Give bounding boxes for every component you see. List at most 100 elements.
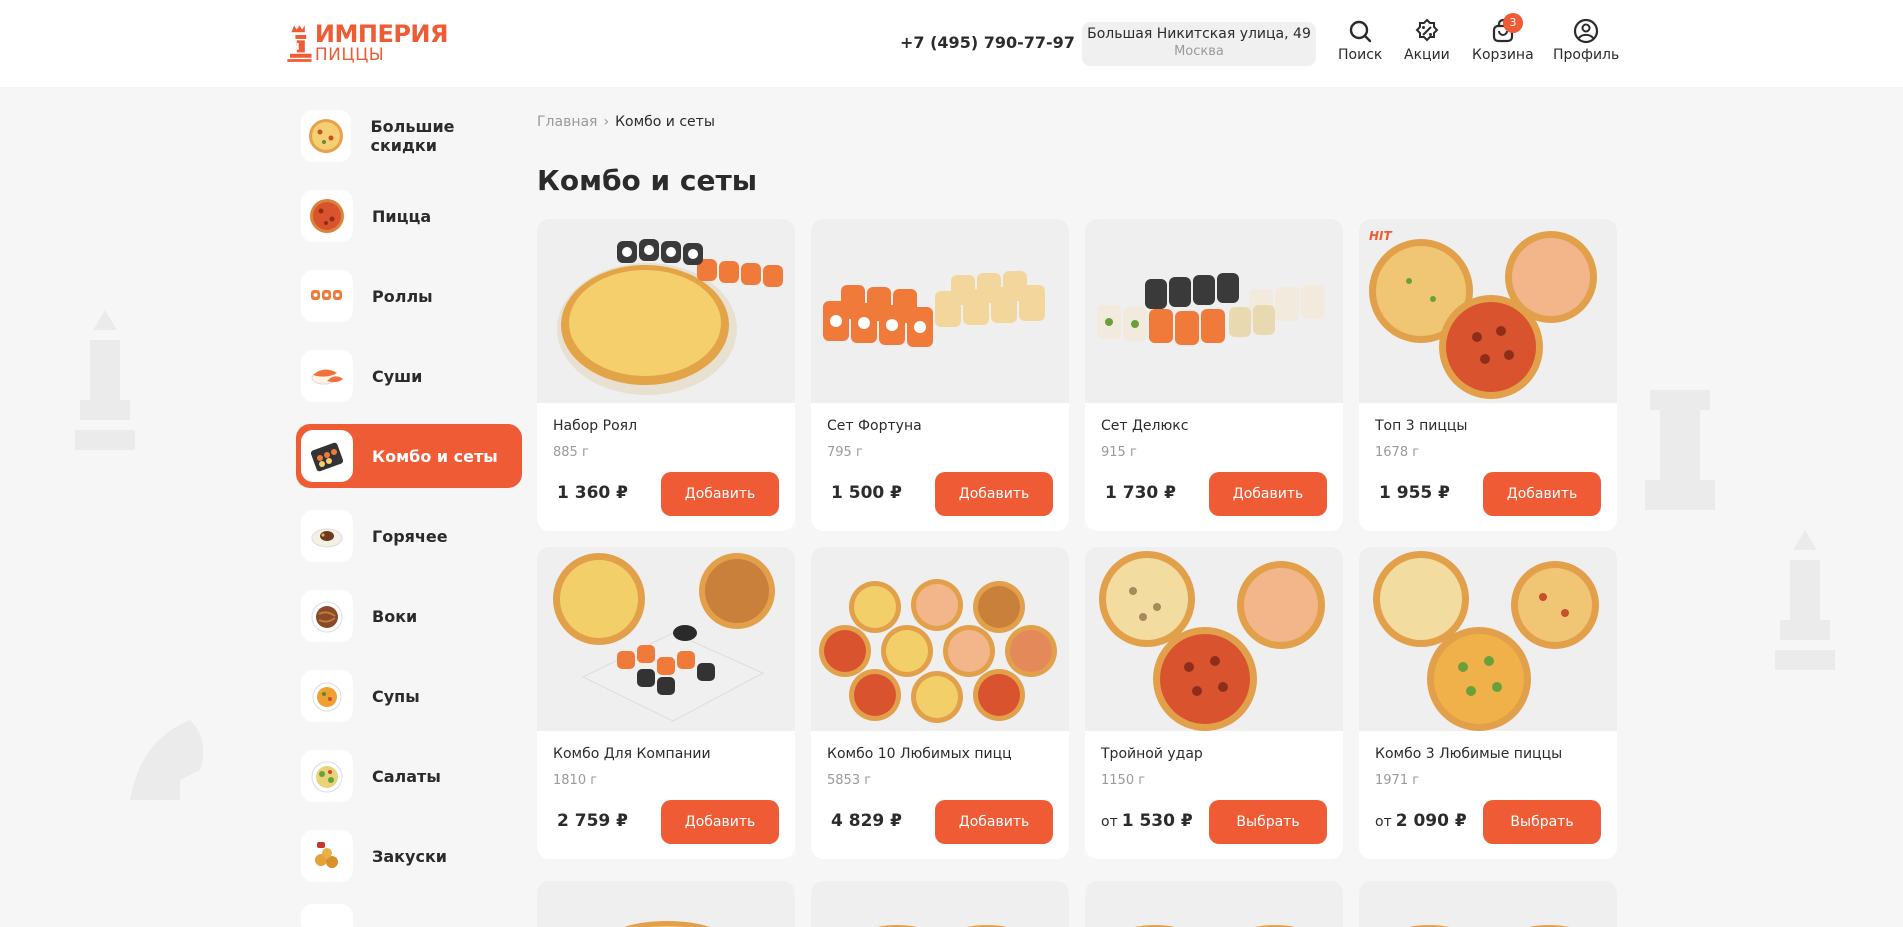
add-to-cart-button[interactable]: Добавить	[935, 800, 1053, 844]
price-value: 1 500 ₽	[831, 483, 902, 503]
product-card[interactable]: Комбо Для Компании 1810 г 2 759 ₽ Добави…	[537, 547, 795, 859]
product-name: Топ 3 пиццы	[1375, 418, 1468, 434]
product-weight: 1678 г	[1375, 445, 1420, 460]
product-price: 1 500 ₽	[827, 483, 902, 503]
sidebar-item-soups[interactable]: Супы	[296, 664, 522, 728]
product-card[interactable]: Тройной удар 1150 г от 1 530 ₽ Выбрать	[1085, 547, 1343, 859]
product-image	[1085, 547, 1343, 731]
sidebar-item-snacks[interactable]: Закуски	[296, 824, 522, 888]
sidebar-item-sushi[interactable]: Суши	[296, 344, 522, 408]
sidebar-item-label: Суши	[372, 366, 423, 386]
breadcrumb: Главная › Комбо и сеты	[537, 114, 715, 130]
product-card[interactable]	[537, 881, 795, 927]
price-prefix: от	[1101, 814, 1118, 830]
product-grid: Набор Роял 885 г 1 360 ₽ Добавить Сет Фо…	[537, 219, 1617, 859]
nav-profile-label: Профиль	[1553, 47, 1620, 63]
chess-decoration	[1775, 530, 1835, 670]
product-name: Набор Роял	[553, 418, 638, 434]
price-value: 2 759 ₽	[557, 811, 628, 831]
sidebar-item-big-discounts[interactable]: Большие скидки	[296, 104, 522, 168]
sidebar-item-label: Воки	[372, 606, 418, 626]
add-to-cart-button[interactable]: Добавить	[935, 472, 1053, 516]
product-card[interactable]: Сет Фортуна 795 г 1 500 ₽ Добавить	[811, 219, 1069, 531]
rolls-icon	[301, 270, 353, 322]
price-value: 1 360 ₽	[557, 483, 628, 503]
combo-icon	[301, 430, 353, 482]
nav-promos[interactable]: Акции	[1404, 18, 1450, 63]
product-card[interactable]	[1085, 881, 1343, 927]
sidebar-item-label: Горячее	[372, 526, 448, 546]
sidebar-item-rolls[interactable]: Роллы	[296, 264, 522, 328]
product-card[interactable]	[811, 881, 1069, 927]
sidebar-item-partial[interactable]	[296, 904, 522, 927]
logo-title: ИМПЕРИЯ	[314, 20, 449, 48]
sidebar-item-label: Роллы	[372, 286, 433, 306]
crown-logo-icon	[287, 25, 312, 62]
sidebar-item-label: Большие скидки	[370, 117, 455, 155]
product-weight: 885 г	[553, 445, 589, 460]
nav-cart[interactable]: Корзина 3	[1472, 13, 1534, 63]
product-image	[811, 547, 1069, 731]
phone-number[interactable]: +7 (495) 790-77-97	[900, 33, 1075, 52]
product-price: 2 759 ₽	[553, 811, 628, 831]
sushi-icon	[301, 350, 353, 402]
sidebar-item-label: Салаты	[372, 766, 441, 786]
breadcrumb-current: Комбо и сеты	[615, 114, 715, 130]
product-name: Комбо 3 Любимые пиццы	[1375, 746, 1563, 762]
logo-subtitle: ПИЦЦЫ	[314, 45, 385, 65]
chess-decoration	[1645, 390, 1715, 510]
pizza-icon	[301, 190, 353, 242]
address-street: Большая Никитская улица, 49	[1087, 26, 1311, 42]
sidebar-item-woks[interactable]: Воки	[296, 584, 522, 648]
product-weight: 5853 г	[827, 773, 872, 788]
logo[interactable]: ИМПЕРИЯ ПИЦЦЫ	[286, 14, 449, 72]
nav-profile[interactable]: Профиль	[1553, 18, 1619, 63]
product-card[interactable]: Комбо 10 Любимых пицц 5853 г 4 829 ₽ Доб…	[811, 547, 1069, 859]
hit-badge: HIT	[1369, 229, 1392, 243]
price-value: 1 730 ₽	[1105, 483, 1176, 503]
choose-button[interactable]: Выбрать	[1209, 800, 1327, 844]
sidebar-item-label: Пицца	[372, 206, 432, 226]
product-image	[537, 219, 795, 403]
product-weight: 795 г	[827, 445, 863, 460]
chess-decoration	[75, 310, 135, 450]
price-prefix: от	[1375, 814, 1392, 830]
nav-promos-label: Акции	[1404, 47, 1450, 63]
nav-cart-label: Корзина	[1472, 47, 1534, 63]
breadcrumb-home-link[interactable]: Главная	[537, 114, 597, 130]
product-name: Сет Фортуна	[827, 418, 922, 434]
product-price: 4 829 ₽	[827, 811, 902, 831]
product-card[interactable]: HIT Топ 3 пиццы 1678 г 1 955 ₽ Добавить	[1359, 219, 1617, 531]
nav-search[interactable]: Поиск	[1338, 18, 1382, 63]
add-to-cart-button[interactable]: Добавить	[661, 800, 779, 844]
sidebar-item-hot[interactable]: Горячее	[296, 504, 522, 568]
search-icon	[1349, 20, 1372, 43]
snacks-icon	[301, 830, 353, 882]
food-icon	[301, 904, 353, 927]
page-title: Комбо и сеты	[537, 164, 758, 197]
sidebar-item-combo[interactable]: Комбо и сеты	[296, 424, 522, 488]
product-card[interactable]: Сет Делюкс 915 г 1 730 ₽ Добавить	[1085, 219, 1343, 531]
add-to-cart-button[interactable]: Добавить	[1483, 472, 1601, 516]
sidebar-item-salads[interactable]: Салаты	[296, 744, 522, 808]
product-weight: 915 г	[1101, 445, 1137, 460]
address-selector[interactable]: Большая Никитская улица, 49 Москва	[1082, 22, 1316, 66]
product-image	[1085, 219, 1343, 403]
product-card[interactable]	[1359, 881, 1617, 927]
add-to-cart-button[interactable]: Добавить	[1209, 472, 1327, 516]
product-grid-partial-row	[537, 881, 1617, 927]
product-price: 1 955 ₽	[1375, 483, 1450, 503]
sidebar-item-pizza[interactable]: Пицца	[296, 184, 522, 248]
sidebar-item-label: Закуски	[372, 846, 448, 866]
add-to-cart-button[interactable]: Добавить	[661, 472, 779, 516]
price-value: 1 530 ₽	[1121, 811, 1193, 831]
chevron-right-icon: ›	[603, 114, 610, 130]
product-card[interactable]: Набор Роял 885 г 1 360 ₽ Добавить	[537, 219, 795, 531]
wok-icon	[301, 590, 353, 642]
salad-icon	[301, 750, 353, 802]
product-card[interactable]: Комбо 3 Любимые пиццы 1971 г от 2 090 ₽ В…	[1359, 547, 1617, 859]
pizza-icon	[301, 110, 352, 162]
product-weight: 1810 г	[553, 773, 598, 788]
choose-button[interactable]: Выбрать	[1483, 800, 1601, 844]
product-price: 1 360 ₽	[553, 483, 628, 503]
